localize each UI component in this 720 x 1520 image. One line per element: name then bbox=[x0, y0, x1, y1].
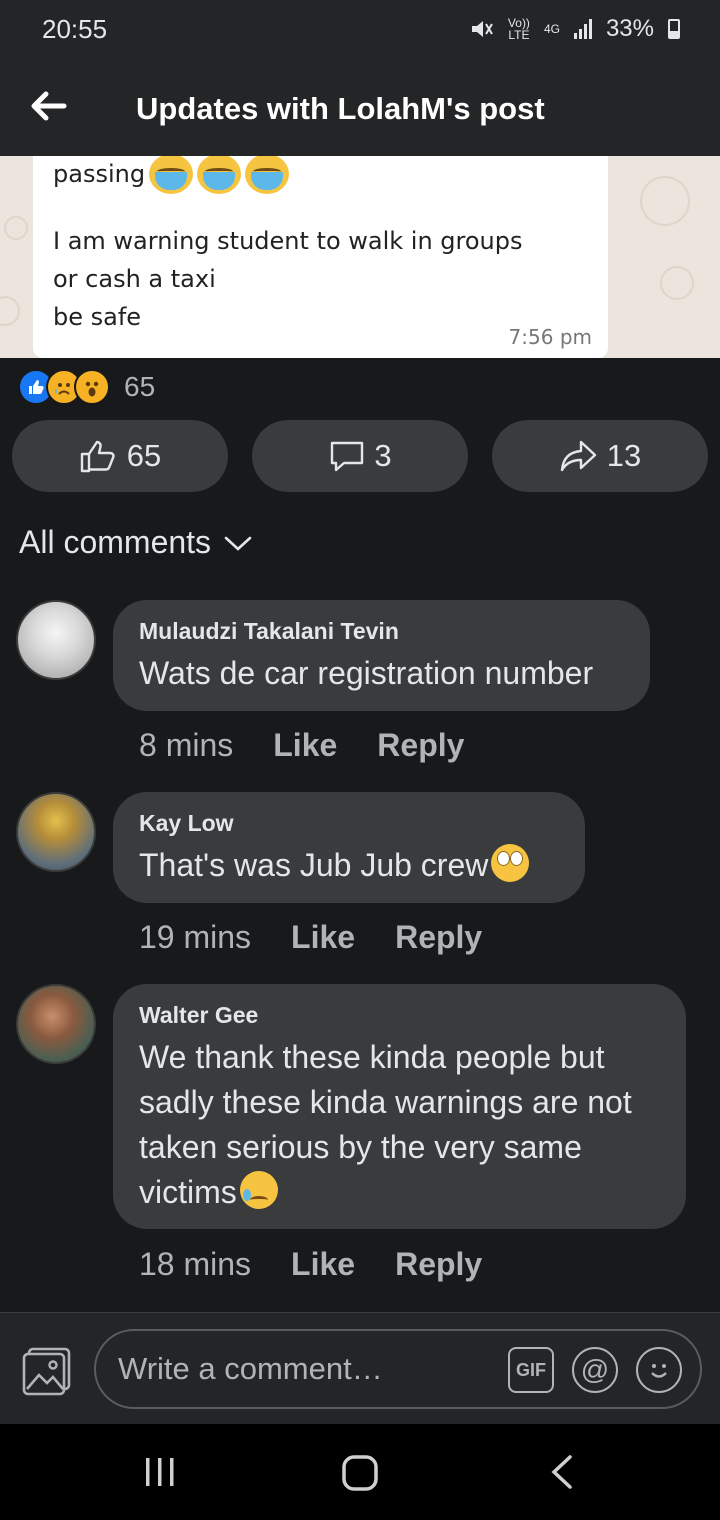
comment-text: We thank these kinda people but sadly th… bbox=[139, 1039, 632, 1210]
mute-icon bbox=[471, 21, 493, 37]
battery-icon bbox=[668, 19, 680, 39]
chat-message-bubble: passing I am warning student to walk in … bbox=[33, 156, 608, 358]
nav-back-icon[interactable] bbox=[546, 1454, 578, 1490]
mention-icon[interactable]: @ bbox=[572, 1347, 618, 1393]
input-icons: GIF @ bbox=[508, 1347, 682, 1393]
reactions-count: 65 bbox=[124, 371, 156, 402]
battery-percent: 33% bbox=[605, 15, 654, 42]
comment-text: That's was Jub Jub crew bbox=[139, 843, 559, 888]
comment-input-field[interactable]: GIF @ bbox=[94, 1329, 702, 1409]
message-time: 7:56 pm bbox=[508, 325, 592, 349]
recent-apps-icon[interactable] bbox=[142, 1454, 178, 1490]
comments-filter-dropdown[interactable]: All comments bbox=[19, 524, 253, 561]
comment-meta: 19 mins Like Reply bbox=[139, 919, 482, 956]
avatar[interactable] bbox=[16, 984, 96, 1064]
comment-bubble[interactable]: Kay Low That's was Jub Jub crew bbox=[113, 792, 585, 903]
comment-button[interactable]: 3 bbox=[252, 420, 468, 492]
comment-count: 3 bbox=[374, 438, 392, 473]
comment-input[interactable] bbox=[118, 1351, 498, 1387]
comment-time: 18 mins bbox=[139, 1246, 252, 1282]
comment-like-link[interactable]: Like bbox=[291, 919, 355, 956]
system-navigation-bar bbox=[0, 1424, 720, 1520]
status-icons: Vo)) LTE 4G 33% bbox=[470, 15, 680, 43]
gif-icon[interactable]: GIF bbox=[508, 1347, 554, 1393]
wow-reaction-icon bbox=[74, 369, 110, 405]
comment-composer: GIF @ bbox=[0, 1312, 720, 1424]
comment-bubble-icon bbox=[331, 441, 364, 472]
comment-reply-link[interactable]: Reply bbox=[395, 1246, 482, 1283]
comment-meta: 18 mins Like Reply bbox=[139, 1246, 482, 1283]
comment-reply-link[interactable]: Reply bbox=[377, 727, 464, 764]
eye-roll-emoji-icon bbox=[491, 844, 530, 882]
post-image[interactable]: passing I am warning student to walk in … bbox=[0, 156, 720, 358]
crying-face-icon bbox=[245, 156, 290, 194]
thumbs-up-icon bbox=[80, 440, 115, 473]
app-bar: Updates with LolahM's post bbox=[0, 58, 720, 156]
smiley-face-icon bbox=[651, 1364, 667, 1378]
comment-author[interactable]: Mulaudzi Takalani Tevin bbox=[139, 618, 624, 645]
like-button[interactable]: 65 bbox=[12, 420, 228, 492]
chevron-down-icon bbox=[224, 536, 252, 551]
message-line: I am warning student to walk in groups bbox=[53, 227, 523, 255]
back-arrow-icon[interactable] bbox=[28, 86, 68, 126]
comment-like-link[interactable]: Like bbox=[273, 727, 337, 764]
photo-icon[interactable] bbox=[21, 1345, 73, 1397]
message-line: or cash a taxi bbox=[53, 265, 216, 293]
comment-time: 19 mins bbox=[139, 919, 252, 955]
comment-author[interactable]: Kay Low bbox=[139, 810, 559, 837]
filter-label: All comments bbox=[19, 524, 212, 560]
volte-indicator: Vo)) LTE bbox=[507, 16, 530, 42]
comment-like-link[interactable]: Like bbox=[291, 1246, 355, 1283]
comment-bubble[interactable]: Mulaudzi Takalani Tevin Wats de car regi… bbox=[113, 600, 650, 711]
network-type: 4G bbox=[543, 22, 560, 36]
status-time: 20:55 bbox=[42, 13, 108, 44]
crying-face-icon bbox=[149, 156, 194, 194]
comment-meta: 8 mins Like Reply bbox=[139, 727, 464, 764]
crying-face-icon bbox=[197, 156, 242, 194]
share-count: 13 bbox=[606, 438, 642, 473]
post-actions: 65 3 13 bbox=[12, 420, 708, 492]
signal-icon bbox=[573, 19, 592, 39]
share-arrow-icon bbox=[560, 440, 596, 472]
comment-time: 8 mins bbox=[139, 727, 234, 763]
sad-tear-emoji-icon bbox=[239, 1171, 278, 1209]
comment-author[interactable]: Walter Gee bbox=[139, 1002, 660, 1029]
share-button[interactable]: 13 bbox=[492, 420, 708, 492]
message-line: passing bbox=[53, 160, 146, 188]
comment-text: Wats de car registration number bbox=[139, 655, 594, 691]
status-bar: 20:55 Vo)) LTE 4G 33% bbox=[0, 0, 720, 58]
avatar[interactable] bbox=[16, 600, 96, 680]
avatar[interactable] bbox=[16, 792, 96, 872]
emoji-smiley-icon[interactable] bbox=[636, 1347, 682, 1393]
comment-bubble[interactable]: Walter Gee We thank these kinda people b… bbox=[113, 984, 686, 1229]
reactions-summary[interactable]: 65 bbox=[18, 367, 155, 407]
like-count: 65 bbox=[126, 438, 162, 473]
comment-reply-link[interactable]: Reply bbox=[395, 919, 482, 956]
home-icon[interactable] bbox=[341, 1454, 379, 1492]
page-title: Updates with LolahM's post bbox=[136, 91, 545, 126]
